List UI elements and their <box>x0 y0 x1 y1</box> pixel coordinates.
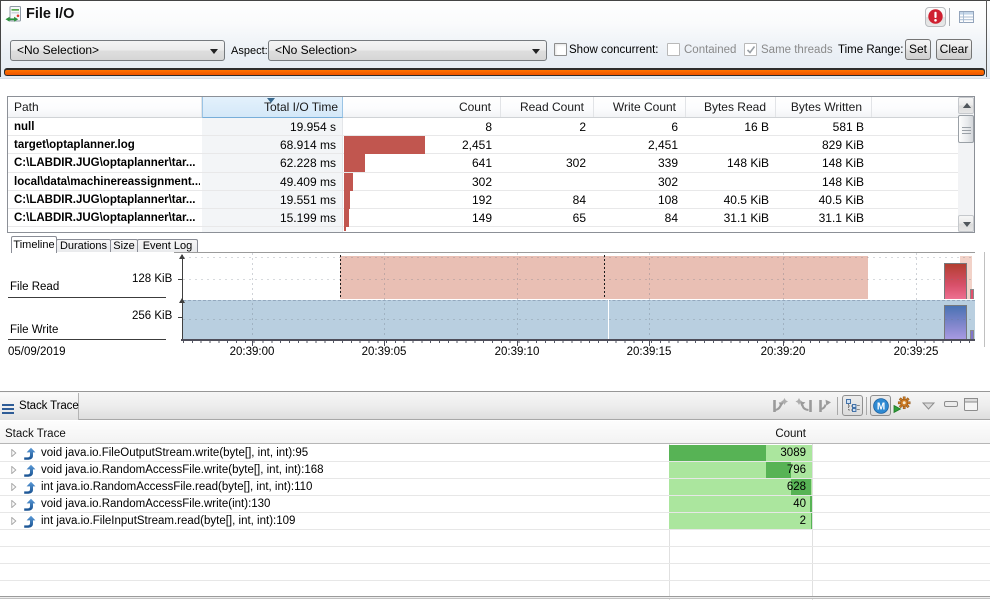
svg-text:M: M <box>876 401 884 412</box>
